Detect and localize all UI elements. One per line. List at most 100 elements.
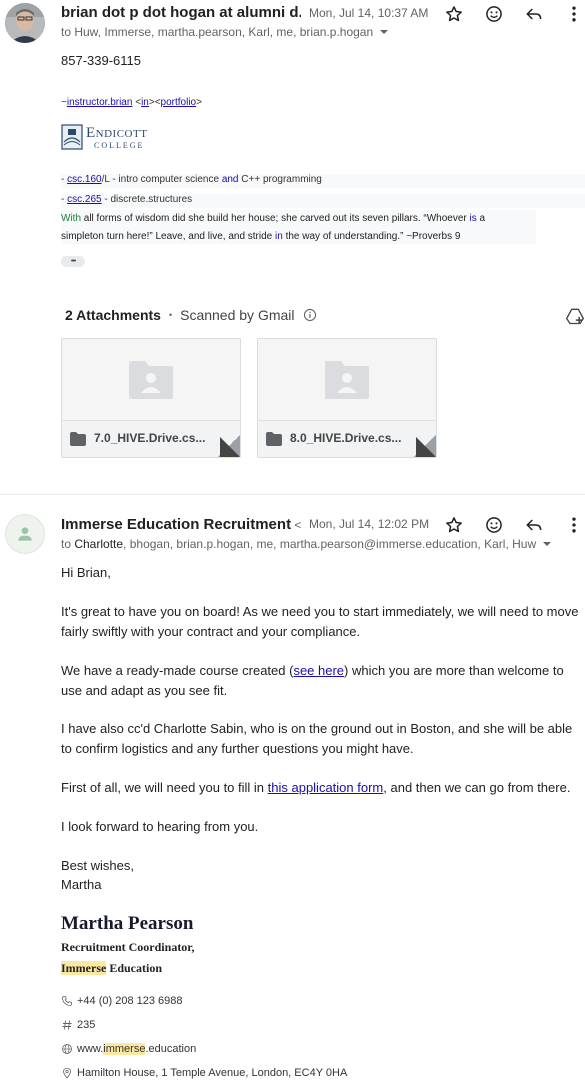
- more-options-button[interactable]: [562, 2, 585, 26]
- sender-name-text: Immerse Education Recruitment: [61, 516, 292, 533]
- separator-dot: •: [168, 310, 173, 320]
- to-first-recipient: Charlotte: [74, 537, 124, 551]
- folder-icon: [266, 432, 282, 446]
- avatar-photo-icon: [5, 3, 45, 43]
- course-link-265[interactable]: csc.265: [67, 194, 101, 205]
- logo-word-college: COLLEGE: [94, 141, 145, 150]
- signature-ext: 235: [77, 1019, 96, 1031]
- folder-icon: [70, 432, 86, 446]
- reply-icon: [526, 8, 542, 20]
- star-icon: [446, 6, 462, 22]
- p4-text-b: , and then we can go from there.: [383, 780, 571, 795]
- sender-email-truncated: <...: [294, 518, 301, 532]
- application-form-link[interactable]: this application form: [268, 780, 384, 795]
- more-vert-icon: [572, 517, 576, 533]
- star-button-2[interactable]: [442, 513, 466, 537]
- show-trimmed-content-button[interactable]: •••: [61, 256, 85, 267]
- signature-links: ~instructor.brian <in><portfolio>: [61, 97, 202, 108]
- emoji-reaction-button-2[interactable]: [482, 513, 506, 537]
- to-prefix: to: [61, 537, 75, 551]
- attachment-thumbnail: [62, 339, 240, 421]
- page-fold-corner-dark: [220, 437, 240, 457]
- info-icon[interactable]: [303, 308, 317, 322]
- course-line-1: - csc.160/L - intro computer science and…: [61, 174, 585, 188]
- course-link-160[interactable]: csc.160: [67, 174, 101, 185]
- hash-icon: [62, 1020, 72, 1030]
- signature-address: Hamilton House, 1 Temple Avenue, London,…: [77, 1067, 348, 1079]
- instructor-link[interactable]: instructor.brian: [67, 97, 133, 108]
- chevron-down-icon[interactable]: [379, 27, 389, 37]
- sig-gt: >: [196, 97, 202, 108]
- phone-icon: [62, 996, 72, 1006]
- signature-ext-row: 235: [61, 1019, 95, 1031]
- attachment-thumbnail: [258, 339, 436, 421]
- sender-avatar-2[interactable]: [5, 514, 45, 554]
- paragraph-5: I look forward to hearing from you.: [61, 819, 259, 834]
- more-options-button-2[interactable]: [562, 513, 585, 537]
- quote-text-4: the way of understanding.” ~Proverbs 9: [282, 231, 461, 242]
- web-highlighted: immerse: [103, 1043, 146, 1055]
- shared-folder-icon: [325, 361, 369, 399]
- signature-name: Martha Pearson: [61, 913, 194, 934]
- portfolio-link[interactable]: portfolio: [161, 97, 197, 108]
- signature-phone-row: +44 (0) 208 123 6988: [61, 995, 183, 1007]
- add-to-drive-icon: [566, 308, 584, 325]
- course-text: /L - intro computer science: [101, 174, 222, 185]
- web-prefix: www.: [77, 1043, 104, 1055]
- reply-button-2[interactable]: [522, 513, 546, 537]
- quote-text-1: all forms of wisdom did she build her ho…: [81, 213, 470, 224]
- quote-text-2: a: [476, 213, 486, 224]
- sig-lt: <: [132, 97, 142, 108]
- logo-word-endicott: Endicott: [86, 125, 148, 141]
- globe-icon: [62, 1044, 72, 1054]
- attachment-filename: 8.0_HIVE.Drive.cs...: [290, 431, 402, 445]
- attachment-card-1[interactable]: 7.0_HIVE.Drive.cs...: [61, 338, 241, 458]
- recipients-line-2[interactable]: to Charlotte, bhogan, brian.p.hogan, me,…: [61, 537, 552, 551]
- attachment-name-bar: 7.0_HIVE.Drive.cs...: [62, 420, 240, 457]
- signature-website[interactable]: www.immerse.education: [77, 1043, 196, 1055]
- paragraph-3: I have also cc'd Charlotte Sabin, who is…: [61, 721, 573, 756]
- shared-folder-icon: [129, 361, 173, 399]
- paragraph-1: It's great to have you on board! As we n…: [61, 604, 579, 639]
- proverbs-quote: With all forms of wisdom did she build h…: [61, 210, 536, 244]
- course-and-word: and: [221, 174, 239, 185]
- reply-icon: [526, 519, 542, 531]
- p2-text-a: We have a ready-made course created (: [61, 663, 294, 678]
- signature-org: Immerse Education: [61, 961, 162, 976]
- email-date[interactable]: Mon, Jul 14, 10:37 AM: [309, 6, 428, 20]
- to-rest: , bhogan, brian.p.hogan, me, martha.pear…: [123, 537, 537, 551]
- page-fold-corner-dark: [416, 437, 436, 457]
- sender-name[interactable]: brian dot p dot hogan at alumni d...: [61, 4, 301, 21]
- recipients-text: to Charlotte, bhogan, brian.p.hogan, me,…: [61, 537, 536, 551]
- emoji-reaction-button[interactable]: [482, 2, 506, 26]
- smiley-icon: [486, 517, 502, 533]
- greeting: Hi Brian,: [61, 565, 111, 580]
- chevron-down-icon[interactable]: [542, 539, 552, 549]
- message-divider: [0, 494, 585, 495]
- attachments-count: 2 Attachments: [65, 307, 161, 323]
- college-crest-icon: [61, 124, 83, 150]
- sender-name-2[interactable]: Immerse Education Recruitment <...: [61, 516, 301, 533]
- see-here-link[interactable]: see here: [293, 663, 344, 678]
- sender-avatar[interactable]: [5, 3, 45, 43]
- paragraph-2: We have a ready-made course created (see…: [61, 661, 581, 701]
- star-button[interactable]: [442, 2, 466, 26]
- reply-button[interactable]: [522, 2, 546, 26]
- email-date-2[interactable]: Mon, Jul 14, 12:02 PM: [309, 517, 429, 531]
- add-to-drive-button[interactable]: [563, 304, 585, 328]
- course-text: - discrete.structures: [101, 194, 193, 205]
- signature-address-row: Hamilton House, 1 Temple Avenue, London,…: [61, 1067, 347, 1079]
- smiley-icon: [486, 6, 502, 22]
- phone-number: 857-339-6115: [61, 53, 141, 68]
- recipients-line[interactable]: to Huw, Immerse, martha.pearson, Karl, m…: [61, 25, 389, 39]
- paragraph-4: First of all, we will need you to fill i…: [61, 778, 585, 798]
- person-icon: [18, 527, 32, 541]
- recipients-text: to Huw, Immerse, martha.pearson, Karl, m…: [61, 25, 374, 39]
- linkedin-link[interactable]: in: [141, 97, 149, 108]
- attachment-card-2[interactable]: 8.0_HIVE.Drive.cs...: [257, 338, 437, 458]
- closing-line-2: Martha: [61, 877, 102, 892]
- closing-line-1: Best wishes,: [61, 858, 134, 873]
- signature-web-row: www.immerse.education: [61, 1043, 196, 1055]
- attachment-filename: 7.0_HIVE.Drive.cs...: [94, 431, 206, 445]
- attachments-header: 2 Attachments • Scanned by Gmail: [65, 307, 317, 323]
